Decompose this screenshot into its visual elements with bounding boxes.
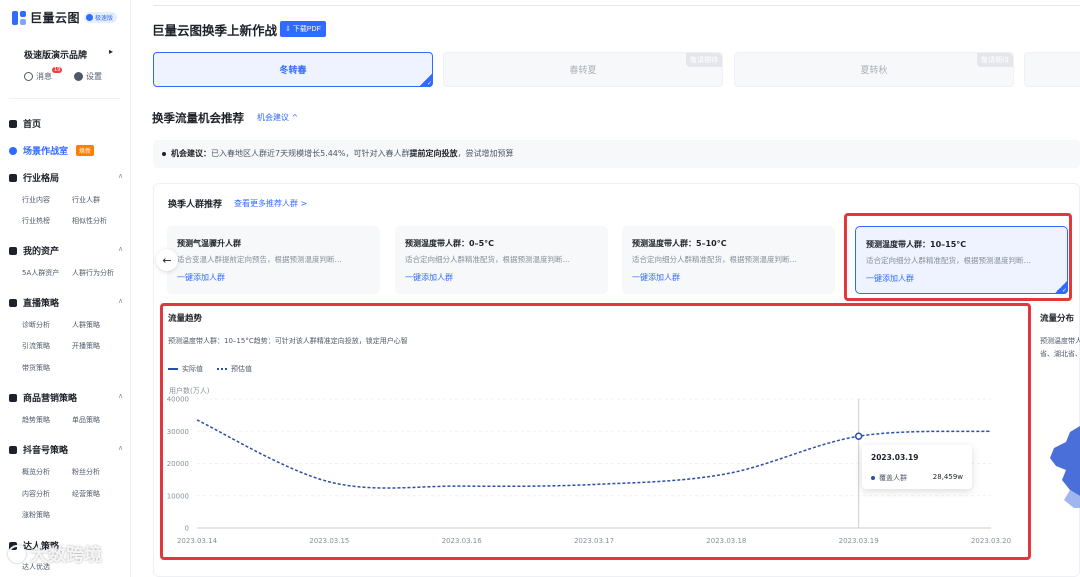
chevron-right-icon[interactable]: ▸ xyxy=(109,47,113,56)
home-icon xyxy=(9,119,17,128)
chart-tooltip: 2023.03.19 覆盖人群 28,459w xyxy=(862,445,972,489)
nav-sub-item[interactable]: 单品策略 xyxy=(72,415,100,425)
tooltip-date: 2023.03.19 xyxy=(871,453,919,462)
x-tick-label: 2023.03.14 xyxy=(177,537,218,545)
nav-sub-item[interactable]: 趋势策略 xyxy=(22,415,50,425)
target-icon xyxy=(9,146,17,155)
x-tick-label: 2023.03.17 xyxy=(574,537,614,545)
edition-badge: 极速版 xyxy=(84,12,118,23)
nav-sub-item[interactable]: 相似性分析 xyxy=(72,216,107,226)
nav-assets-label: 我的资产 xyxy=(23,247,60,257)
assets-icon xyxy=(9,246,17,255)
nav-live[interactable]: 直播策略 xyxy=(9,296,59,309)
product-icon xyxy=(9,393,17,402)
y-tick-label: 40000 xyxy=(167,396,189,404)
y-tick-label: 10000 xyxy=(167,492,189,500)
nav-douyin-label: 抖音号策略 xyxy=(23,446,69,456)
tooltip-series-name: 覆盖人群 xyxy=(879,474,907,482)
settings-label: 设置 xyxy=(86,72,102,81)
nav-sub-item[interactable]: 内容分析 xyxy=(22,489,50,499)
settings-button[interactable]: 设置 xyxy=(74,71,102,82)
watermark: 大数跨境 xyxy=(8,541,102,567)
nav-sub-item[interactable]: 诊断分析 xyxy=(22,320,50,330)
nav-sub-item[interactable]: 5A人群资产 xyxy=(22,268,59,278)
grid-icon xyxy=(9,173,17,182)
chevron-up-icon[interactable]: ∧ xyxy=(118,172,123,180)
nav-industry[interactable]: 行业格局 xyxy=(9,171,59,184)
x-tick-label: 2023.03.16 xyxy=(442,537,483,545)
nav-sub-item[interactable]: 涨粉策略 xyxy=(22,510,50,520)
nav-sub-item[interactable]: 人群行为分析 xyxy=(72,268,114,278)
nav-sub-item[interactable]: 引流策略 xyxy=(22,341,50,351)
y-tick-label: 30000 xyxy=(167,428,189,436)
message-icon xyxy=(24,72,33,81)
nav-sub-item[interactable]: 开播策略 xyxy=(72,341,100,351)
nav-douyin[interactable]: 抖音号策略 xyxy=(9,443,68,456)
y-axis-label: 用户数(万人) xyxy=(169,386,210,395)
brand-switcher[interactable]: 极速版演示品牌 xyxy=(24,48,87,61)
distribution-text: 预测温度带人 xyxy=(1040,337,1080,345)
logo-text: 巨量云图 xyxy=(30,11,81,25)
y-tick-label: 0 xyxy=(185,525,189,533)
tooltip-value: 28,459w xyxy=(932,473,963,481)
nav-industry-label: 行业格局 xyxy=(23,174,60,184)
watermark-text: 大数跨境 xyxy=(30,545,102,566)
messages-label: 消息 xyxy=(36,72,52,81)
x-tick-label: 2023.03.20 xyxy=(971,537,1011,545)
nav-sub-item[interactable]: 行业人群 xyxy=(72,195,100,205)
x-tick-label: 2023.03.19 xyxy=(839,537,879,545)
distribution-title: 流量分布 xyxy=(1040,314,1075,324)
nav-sub-item[interactable]: 行业内容 xyxy=(22,195,50,205)
watermark-logo-icon xyxy=(8,545,26,563)
nav-sub-item[interactable]: 带货策略 xyxy=(22,363,50,373)
nav-scene[interactable]: 场景作战室 焕新 xyxy=(9,144,95,157)
chevron-up-icon[interactable]: ∧ xyxy=(118,245,123,253)
highlight-point[interactable] xyxy=(854,432,863,440)
trend-chart[interactable]: 用户数(万人) 0 10000 20000 30000 40000 2023.03.14… xyxy=(131,0,1080,577)
messages-button[interactable]: 消息 19 xyxy=(24,67,63,82)
series-dot-icon xyxy=(871,476,875,480)
chevron-up-icon[interactable]: ∧ xyxy=(118,297,123,305)
china-map[interactable] xyxy=(1040,418,1080,508)
main-content: 巨量云图换季上新作战 ⇩ 下载PDF 冬转春 春转夏 敬请期待 夏转秋 敬请期待… xyxy=(131,0,1080,577)
divider xyxy=(9,98,121,99)
douyin-icon xyxy=(9,445,17,454)
nav-sub-item[interactable]: 行业热榜 xyxy=(22,216,50,226)
y-tick-label: 20000 xyxy=(167,460,189,468)
chevron-up-icon[interactable]: ∧ xyxy=(118,392,123,400)
nav-sub-item[interactable]: 经营策略 xyxy=(72,489,100,499)
nav-sub-item[interactable]: 粉丝分析 xyxy=(72,467,100,477)
nav-product[interactable]: 商品营销策略 xyxy=(9,391,77,404)
nav-assets[interactable]: 我的资产 xyxy=(9,244,59,257)
nav-home-label: 首页 xyxy=(23,120,42,130)
nav-home[interactable]: 首页 xyxy=(9,117,41,130)
nav-live-label: 直播策略 xyxy=(23,299,60,309)
nav-sub-item[interactable]: 人群策略 xyxy=(72,320,100,330)
nav-scene-label: 场景作战室 xyxy=(23,147,69,157)
live-icon xyxy=(9,298,17,307)
map-region[interactable] xyxy=(1050,426,1080,496)
app-logo[interactable]: 巨量云图 极速版 xyxy=(12,9,118,26)
nav-product-label: 商品营销策略 xyxy=(23,394,78,404)
chevron-up-icon[interactable]: ∧ xyxy=(118,444,123,452)
x-tick-label: 2023.03.18 xyxy=(706,537,746,545)
gear-icon xyxy=(74,72,83,81)
logo-icon xyxy=(12,10,26,25)
messages-badge: 19 xyxy=(52,67,63,73)
x-tick-label: 2023.03.15 xyxy=(309,537,349,545)
new-badge: 焕新 xyxy=(76,145,95,156)
nav-sub-item[interactable]: 概览分析 xyxy=(22,467,50,477)
sidebar: 巨量云图 极速版 极速版演示品牌 ▸ 消息 19 设置 首页 场景作战室 焕新 … xyxy=(0,0,131,577)
distribution-text: 省、湖北省、 xyxy=(1040,350,1080,358)
